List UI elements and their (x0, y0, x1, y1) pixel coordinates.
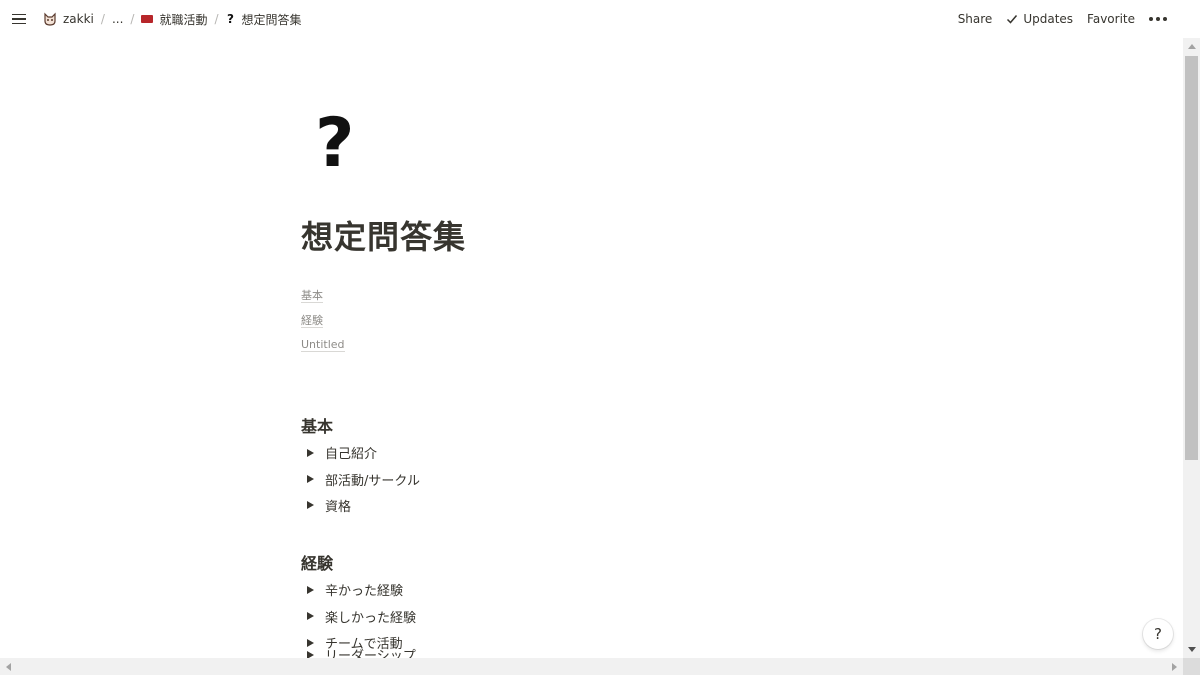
toggle-triangle-icon[interactable] (307, 612, 314, 621)
toggle-triangle-icon[interactable] (307, 650, 314, 658)
breadcrumb-label: 就職活動 (159, 12, 208, 27)
breadcrumb-label: zakki (63, 12, 94, 26)
scroll-right-button[interactable] (1166, 658, 1183, 675)
toggle-item[interactable]: 部活動/サークル (301, 466, 901, 492)
check-icon (1007, 15, 1018, 24)
arrow-right-icon (1172, 662, 1177, 671)
arrow-left-icon (6, 662, 11, 671)
breadcrumb-parent-page[interactable]: 就職活動 (138, 9, 210, 30)
share-label: Share (957, 12, 993, 26)
breadcrumb-label: 想定問答集 (241, 12, 302, 27)
horizontal-scrollbar-track[interactable] (0, 658, 1183, 675)
toggle-item[interactable]: 楽しかった経験 (301, 603, 901, 629)
section-heading[interactable]: 経験 (301, 551, 901, 577)
toggle-label: リーダーシップ (325, 649, 416, 658)
breadcrumb-workspace[interactable]: zakki (40, 10, 97, 28)
favorite-label: Favorite (1087, 12, 1135, 26)
toggle-label: 部活動/サークル (325, 473, 420, 489)
partial-toggle-item[interactable]: リーダーシップ (301, 648, 501, 658)
toc-item[interactable]: 経験 (301, 309, 901, 334)
toggle-item[interactable]: 資格 (301, 492, 901, 518)
favorite-button[interactable]: Favorite (1087, 12, 1135, 26)
book-icon (141, 15, 154, 23)
toggle-label: 楽しかった経験 (325, 610, 417, 626)
topbar: zakki / ... / 就職活動 / ? 想定問答集 Share Updat… (0, 0, 1183, 38)
breadcrumb-separator: / (100, 12, 105, 26)
share-button[interactable]: Share (958, 12, 993, 26)
breadcrumb-current-page[interactable]: ? 想定問答集 (223, 9, 305, 30)
toggle-triangle-icon[interactable] (307, 501, 314, 510)
section-experience: 経験 辛かった経験 楽しかった経験 チームで活動 (301, 551, 901, 656)
scroll-left-button[interactable] (0, 658, 17, 675)
menu-icon[interactable] (10, 10, 28, 28)
scroll-up-button[interactable] (1183, 38, 1200, 55)
toggle-triangle-icon[interactable] (307, 475, 314, 484)
more-horizontal-icon[interactable] (1149, 17, 1167, 21)
breadcrumb-ellipsis[interactable]: ... (109, 10, 126, 28)
page-title[interactable]: 想定問答集 (301, 212, 901, 258)
breadcrumb-separator: / (130, 12, 135, 26)
breadcrumb: zakki / ... / 就職活動 / ? 想定問答集 (40, 0, 305, 38)
updates-label: Updates (1023, 12, 1074, 26)
toggle-triangle-icon[interactable] (307, 448, 314, 457)
toc-item[interactable]: Untitled (301, 333, 901, 358)
section-heading[interactable]: 基本 (301, 414, 901, 440)
page-content: ? 想定問答集 基本 経験 Untitled 基本 自己紹介 部活動/サークル … (301, 110, 901, 656)
toggle-label: 資格 (325, 499, 352, 515)
cat-icon (43, 12, 57, 26)
topbar-actions: Share Updates Favorite (958, 0, 1167, 38)
scrollbar-corner (1183, 658, 1200, 675)
breadcrumb-label: ... (111, 12, 124, 26)
arrow-down-icon (1187, 647, 1196, 652)
toggle-label: 自己紹介 (325, 447, 378, 463)
arrow-up-icon (1187, 44, 1196, 49)
updates-button[interactable]: Updates (1006, 12, 1073, 26)
toggle-label: 辛かった経験 (325, 584, 404, 600)
question-mark-icon: ? (227, 12, 234, 26)
table-of-contents: 基本 経験 Untitled (301, 284, 901, 358)
toggle-triangle-icon[interactable] (307, 585, 314, 594)
toc-item[interactable]: 基本 (301, 284, 901, 309)
section-basic: 基本 自己紹介 部活動/サークル 資格 (301, 414, 901, 519)
vertical-scrollbar-thumb[interactable] (1185, 56, 1198, 460)
toggle-triangle-icon[interactable] (307, 638, 314, 647)
toggle-item[interactable]: 自己紹介 (301, 440, 901, 466)
toggle-item[interactable]: 辛かった経験 (301, 577, 901, 603)
page-icon[interactable]: ? (315, 110, 901, 190)
help-button[interactable]: ? (1143, 619, 1173, 649)
breadcrumb-separator: / (214, 12, 219, 26)
scroll-down-button[interactable] (1183, 641, 1200, 658)
